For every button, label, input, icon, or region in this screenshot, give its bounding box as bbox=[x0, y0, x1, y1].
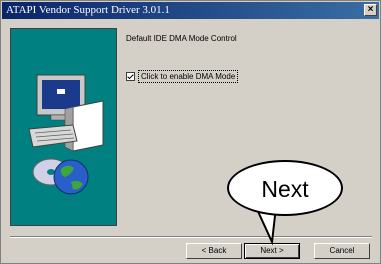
installer-window: ATAPI Vendor Support Driver 3.01.1 × Def… bbox=[0, 0, 381, 264]
callout-bubble: Next bbox=[227, 160, 343, 216]
button-separator bbox=[10, 236, 372, 238]
computer-illustration bbox=[28, 74, 104, 195]
wizard-side-panel bbox=[10, 28, 117, 226]
close-icon: × bbox=[367, 4, 374, 15]
cancel-button[interactable]: Cancel bbox=[314, 243, 370, 259]
next-button[interactable]: Next > bbox=[244, 243, 300, 259]
globe-icon bbox=[53, 159, 89, 195]
close-button[interactable]: × bbox=[364, 4, 377, 16]
title-bar[interactable]: ATAPI Vendor Support Driver 3.01.1 × bbox=[2, 2, 379, 19]
dma-checkbox-row[interactable]: Click to enable DMA Mode bbox=[126, 70, 239, 83]
back-button[interactable]: < Back bbox=[186, 243, 242, 259]
computer-icon bbox=[28, 74, 104, 152]
callout-text: Next bbox=[261, 176, 309, 202]
window-title: ATAPI Vendor Support Driver 3.01.1 bbox=[6, 4, 170, 16]
dma-checkbox[interactable] bbox=[126, 72, 135, 81]
page-heading: Default IDE DMA Mode Control bbox=[126, 34, 237, 43]
dma-checkbox-label[interactable]: Click to enable DMA Mode bbox=[138, 70, 239, 83]
